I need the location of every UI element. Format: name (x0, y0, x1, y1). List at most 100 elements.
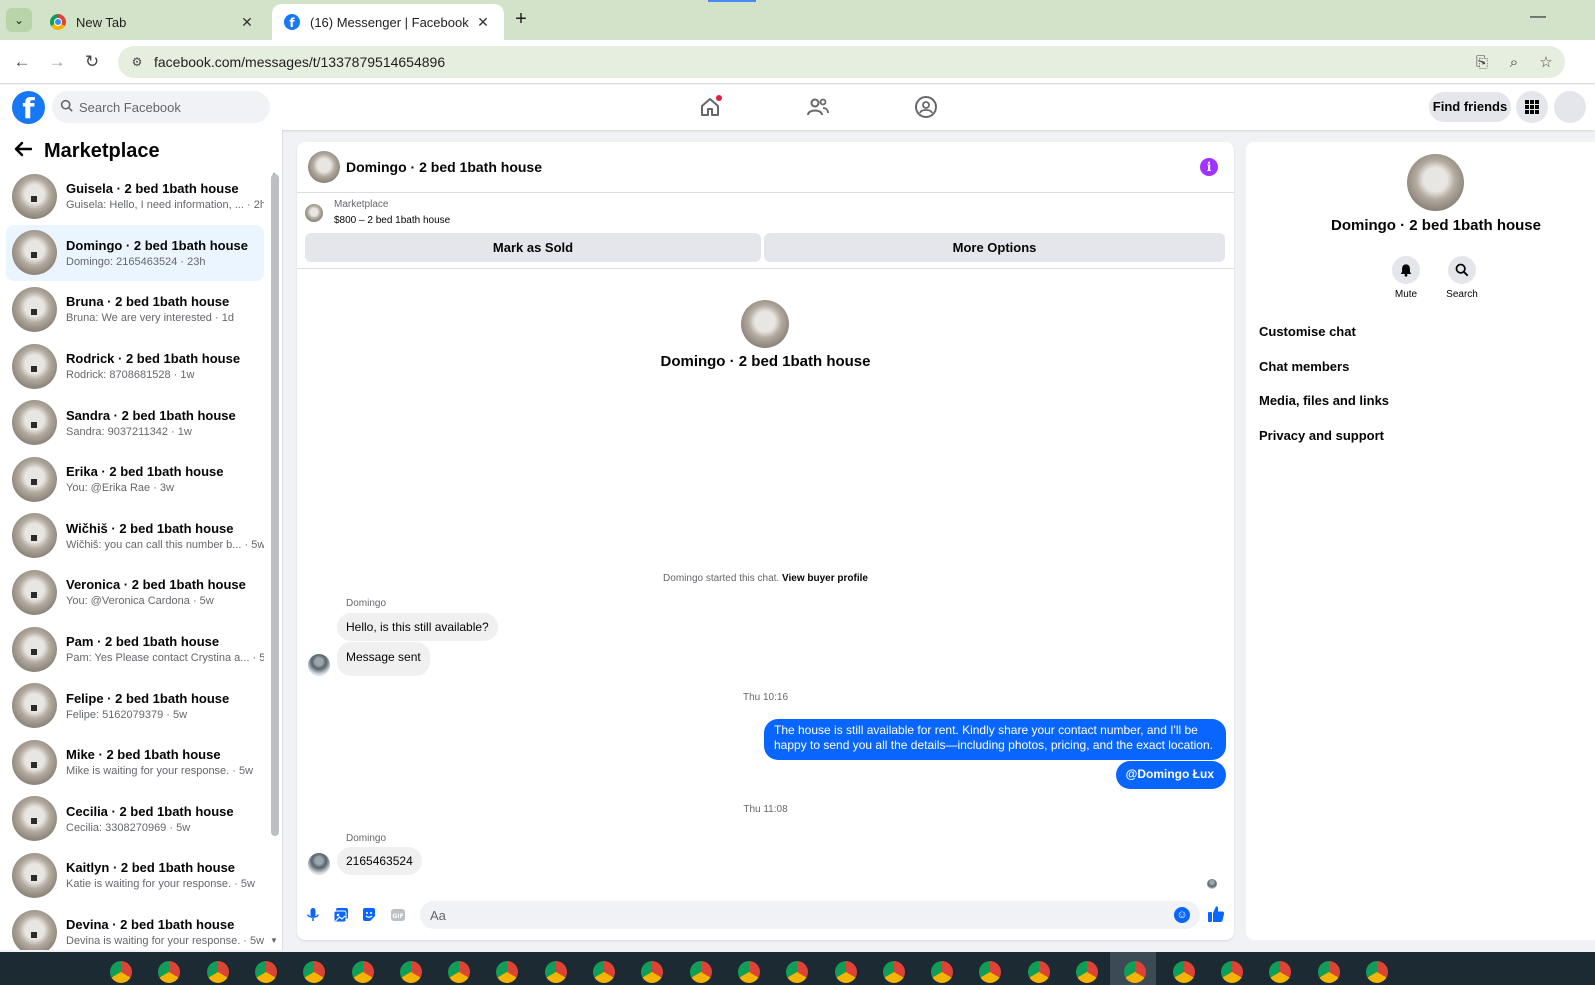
site-info-icon[interactable]: ⚙ (128, 53, 146, 71)
conversation-item[interactable]: Rodrick · 2 bed 1bath house Rodrick: 8708… (6, 338, 264, 395)
scroll-down-icon[interactable]: ▼ (270, 936, 278, 945)
taskbar-chrome-icon[interactable] (1269, 961, 1292, 983)
taskbar-chrome-icon[interactable] (544, 961, 567, 983)
tab-new-tab[interactable]: New Tab ✕ (38, 4, 268, 40)
taskbar-chrome-icon[interactable] (303, 961, 326, 983)
view-buyer-profile-link[interactable]: View buyer profile (782, 573, 868, 584)
taskbar-chrome-icon[interactable] (110, 961, 132, 983)
conversation-item[interactable]: Veronica · 2 bed 1bath house You: @Veroni… (6, 564, 264, 621)
outgoing-mention-bubble[interactable]: @Domingo Łux (1115, 761, 1226, 789)
sidebar-scrollbar[interactable] (271, 174, 279, 836)
taskbar-chrome-icon[interactable] (786, 961, 809, 983)
listing-price[interactable]: $800 – 2 bed 1bath house (334, 215, 450, 226)
minimize-icon[interactable]: — (1530, 8, 1546, 26)
taskbar-chrome-icon[interactable] (931, 961, 954, 983)
conversation-item[interactable]: Cecilia · 2 bed 1bath house Cecilia: 3308… (6, 791, 264, 848)
taskbar-chrome-icon[interactable] (254, 961, 277, 983)
taskbar-chrome-icon[interactable] (1220, 961, 1243, 983)
conversation-item[interactable]: Erika · 2 bed 1bath house You: @Erika Rae… (6, 451, 264, 508)
message-bubble[interactable]: Hello, is this still available? (337, 613, 498, 641)
taskbar-chrome-icon[interactable] (737, 961, 760, 983)
zoom-icon[interactable]: ⌕ (1501, 54, 1527, 71)
forward-icon[interactable]: → (45, 50, 69, 74)
taskbar-chrome-icon[interactable] (496, 961, 519, 983)
taskbar-chrome-icon[interactable] (689, 961, 712, 983)
message-input-wrapper[interactable]: ☺ (420, 901, 1200, 929)
close-icon[interactable]: ✕ (238, 14, 256, 31)
close-icon[interactable]: ✕ (474, 14, 492, 31)
search-icon[interactable] (1448, 256, 1476, 284)
gif-icon[interactable]: GIF (390, 907, 406, 923)
conversation-item[interactable]: Felipe · 2 bed 1bath house Felipe: 516207… (6, 677, 264, 734)
back-icon[interactable]: ← (10, 50, 34, 74)
conversation-item[interactable]: Kaitlyn · 2 bed 1bath house Katie is wait… (6, 847, 264, 904)
more-options-button[interactable]: More Options (764, 233, 1225, 262)
omnibox[interactable]: ⚙ facebook.com/messages/t/13378795146548… (118, 46, 1565, 78)
taskbar-chrome-icon[interactable] (448, 961, 471, 983)
taskbar-chrome-icon[interactable] (206, 961, 229, 983)
back-arrow-icon[interactable] (14, 141, 36, 162)
facebook-logo-icon[interactable]: f (12, 91, 45, 124)
bookmark-star-icon[interactable]: ☆ (1533, 53, 1559, 71)
find-friends-button[interactable]: Find friends (1429, 92, 1511, 122)
conversation-item-active[interactable]: Domingo · 2 bed 1bath house Domingo: 2165… (6, 224, 264, 282)
conversation-item[interactable]: Sandra · 2 bed 1bath house Sandra: 903721… (6, 394, 264, 451)
listing-thumbnail[interactable] (305, 204, 323, 222)
tab-search-chevron-icon[interactable]: ⌄ (6, 8, 32, 32)
photo-icon[interactable] (333, 907, 349, 923)
message-input[interactable] (430, 907, 1174, 923)
thumbs-up-like-icon[interactable] (1207, 905, 1225, 923)
conversation-item[interactable]: Wičhiš · 2 bed 1bath house Wičhiš: you ca… (6, 508, 264, 565)
taskbar-chrome-icon[interactable] (399, 961, 422, 983)
facebook-search[interactable] (52, 91, 270, 123)
mark-as-sold-button[interactable]: Mark as Sold (305, 233, 761, 262)
privacy-support-item[interactable]: Privacy and support (1259, 426, 1389, 461)
tab-messenger[interactable]: f (16) Messenger | Facebook ✕ (272, 4, 504, 40)
messenger-icon[interactable] (1554, 91, 1586, 123)
conversation-item[interactable]: Bruna · 2 bed 1bath house Bruna: We are v… (6, 281, 264, 338)
taskbar-chrome-icon[interactable] (882, 961, 905, 983)
customise-chat-item[interactable]: Customise chat (1259, 322, 1389, 357)
mute-button[interactable]: Mute (1381, 256, 1431, 300)
chat-avatar[interactable] (308, 151, 340, 183)
taskbar-chrome-icon[interactable] (641, 961, 664, 983)
taskbar-chrome-icon[interactable] (1076, 961, 1098, 983)
groups-icon[interactable] (914, 95, 938, 119)
search-in-chat-button[interactable]: Search (1437, 256, 1487, 300)
new-tab-plus-icon[interactable]: + (509, 9, 533, 31)
friends-icon[interactable] (806, 95, 830, 119)
listing-thumbnail (12, 626, 57, 672)
conversation-info-icon[interactable]: i (1200, 158, 1218, 176)
message-bubble[interactable]: Message sent (337, 642, 430, 676)
sender-avatar[interactable] (308, 853, 330, 875)
sticker-icon[interactable] (361, 907, 377, 923)
conversation-item[interactable]: Guisela · 2 bed 1bath house Guisela: Hell… (6, 168, 264, 225)
url-text[interactable]: facebook.com/messages/t/1337879514654896 (154, 54, 1469, 70)
taskbar-chrome-icon[interactable] (1317, 961, 1340, 983)
taskbar-chrome-icon[interactable] (158, 961, 181, 983)
taskbar-chrome-icon[interactable] (979, 961, 1002, 983)
taskbar-chrome-icon[interactable] (1365, 961, 1388, 983)
media-files-links-item[interactable]: Media, files and links (1259, 391, 1389, 426)
taskbar-chrome-icon[interactable] (351, 961, 374, 983)
taskbar-chrome-icon[interactable] (1172, 961, 1195, 983)
menu-grid-icon[interactable] (1516, 91, 1548, 123)
home-icon[interactable] (698, 95, 722, 119)
taskbar-chrome-icon[interactable] (834, 961, 857, 983)
taskbar-chrome-icon[interactable] (1027, 961, 1050, 983)
conversation-item[interactable]: Devina · 2 bed 1bath house Devina is wait… (6, 904, 264, 950)
bell-icon[interactable] (1392, 256, 1420, 284)
emoji-icon[interactable]: ☺ (1174, 907, 1190, 923)
message-bubble[interactable]: 2165463524 (337, 847, 422, 875)
conversation-item[interactable]: Pam · 2 bed 1bath house Pam: Yes Please c… (6, 621, 264, 678)
install-app-icon[interactable]: ⎘ (1469, 54, 1495, 71)
chat-title[interactable]: Domingo · 2 bed 1bath house (346, 159, 542, 175)
sender-avatar[interactable] (308, 654, 330, 676)
search-input[interactable] (79, 99, 249, 115)
chat-members-item[interactable]: Chat members (1259, 357, 1389, 392)
conversation-item[interactable]: Mike · 2 bed 1bath house Mike is waiting … (6, 734, 264, 791)
outgoing-message-bubble[interactable]: The house is still available for rent. K… (764, 719, 1226, 760)
microphone-icon[interactable] (305, 907, 321, 923)
taskbar-chrome-icon[interactable] (593, 961, 615, 983)
reload-icon[interactable]: ↻ (80, 50, 104, 74)
